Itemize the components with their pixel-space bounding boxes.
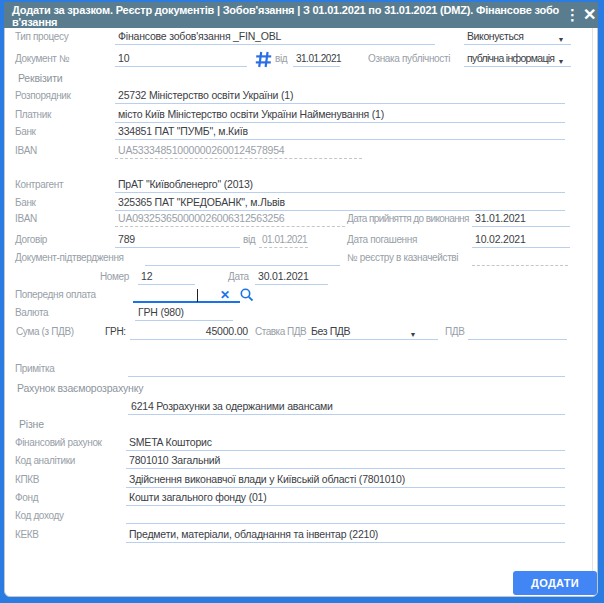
chevron-down-icon: ▼ xyxy=(557,32,564,47)
kpkv-field[interactable]: Здійснення виконавчої влади у Київській … xyxy=(126,472,565,488)
platnyk-field[interactable]: місто Київ Міністерство освіти України Н… xyxy=(115,107,565,123)
bank1-label: Банк xyxy=(15,126,36,137)
doc-from-date-field[interactable]: 31.01.2021 xyxy=(293,51,340,67)
vat-label: ПДВ xyxy=(445,326,465,337)
bank2-field[interactable]: 325365 ПАТ "КРЕДОБАНК", м.Львів xyxy=(115,195,565,211)
status-dropdown[interactable]: Виконується ▼ xyxy=(464,29,571,45)
currency-field[interactable]: ГРН (980) xyxy=(135,305,233,321)
kontragent-label: Контрагент xyxy=(15,179,63,190)
process-type-field[interactable]: Фінансове зобов'язання _FIN_OBL xyxy=(115,29,435,45)
text-cursor xyxy=(197,289,198,302)
fin-account-label: Фінансовий рахунок xyxy=(15,437,102,448)
vat-field[interactable] xyxy=(468,324,567,340)
note-field[interactable] xyxy=(128,361,565,377)
fond-label: Фонд xyxy=(15,492,38,503)
bank2-label: Банк xyxy=(15,197,36,208)
iban2-field: UA093253650000026006312563256 xyxy=(115,211,345,227)
bank1-field[interactable]: 334851 ПАТ "ПУМБ", м.Київ xyxy=(115,124,565,140)
publicity-label: Ознака публічності xyxy=(368,53,450,64)
income-code-label: Код доходу xyxy=(15,510,64,521)
chevron-down-icon: ▼ xyxy=(409,327,416,342)
income-code-field[interactable] xyxy=(126,508,565,524)
kekv-label: КЕКВ xyxy=(15,529,39,540)
repayment-date-field[interactable]: 10.02.2021 xyxy=(472,232,570,248)
section-settlement: Рахунок взаєморозрахунку xyxy=(17,382,143,394)
rozporiadnyk-field[interactable]: 25732 Міністерство освіти України (1) xyxy=(115,88,565,104)
prepayment-label: Попередня оплата xyxy=(15,289,96,300)
dohovir-label: Договір xyxy=(15,234,47,245)
chevron-down-icon: ▼ xyxy=(557,54,564,69)
document-no-label: Документ № xyxy=(15,53,69,64)
iban1-label: IBAN xyxy=(15,145,37,156)
confirm-doc-field[interactable] xyxy=(145,250,340,266)
vat-rate-label: Ставка ПДВ xyxy=(255,326,306,337)
kekv-field[interactable]: Предмети, матеріали, обладнання та інвен… xyxy=(126,527,565,543)
platnyk-label: Платник xyxy=(15,109,51,120)
scroll-track xyxy=(592,28,593,594)
publicity-value: публічна інформація xyxy=(467,52,554,64)
iban2-label: IBAN xyxy=(15,213,37,224)
settlement-field[interactable]: 6214 Розрахунки за одержаними авансами xyxy=(128,399,565,415)
clear-icon[interactable]: ✕ xyxy=(220,288,230,302)
add-button[interactable]: ДОДАТИ xyxy=(513,571,597,595)
fin-account-field[interactable]: SMETA Кошторис xyxy=(126,435,565,451)
kpkv-label: КПКВ xyxy=(15,474,39,485)
dohovir-from-date-field: 01.01.2021 xyxy=(259,232,308,248)
data2-label: Дата xyxy=(228,271,249,282)
document-no-field[interactable]: 10 xyxy=(115,51,247,67)
currency-label: Валюта xyxy=(15,307,48,318)
section-rekvizyty: Реквізити xyxy=(18,72,62,84)
analytics-code-label: Код аналітики xyxy=(15,455,75,466)
note-label: Примітка xyxy=(15,363,54,374)
search-icon[interactable] xyxy=(239,287,255,303)
acceptance-date-label: Дата прийняття до виконання xyxy=(347,213,469,224)
fond-field[interactable]: Кошти загального фонду (01) xyxy=(126,490,565,506)
iban1-field: UA533348510000002600124578954 xyxy=(115,143,362,159)
sum-field[interactable]: 45000.00 xyxy=(130,324,250,340)
sum-currency-label: ГРН: xyxy=(105,326,126,337)
vat-rate-dropdown[interactable]: Без ПДВ ▼ xyxy=(308,324,438,340)
dohovir-from-label: від xyxy=(243,234,255,245)
treasury-reg-field xyxy=(472,250,568,266)
process-type-label: Тип процесу xyxy=(15,31,68,42)
data2-field[interactable]: 30.01.2021 xyxy=(255,269,328,285)
repayment-date-label: Дата погашення xyxy=(347,234,417,245)
form: Тип процесу Фінансове зобов'язання _FIN_… xyxy=(0,0,604,603)
rozporiadnyk-label: Розпорядник xyxy=(15,90,71,101)
kontragent-field[interactable]: ПрАТ "Київобленерго" (2013) xyxy=(115,177,565,193)
status-value: Виконується xyxy=(467,30,524,42)
doc-from-label: від xyxy=(275,53,287,64)
analytics-code-field[interactable]: 7801010 Загальний xyxy=(126,453,565,469)
vat-rate-value: Без ПДВ xyxy=(311,325,350,337)
sum-label: Сума (з ПДВ) xyxy=(16,326,74,337)
publicity-dropdown[interactable]: публічна інформація▼ xyxy=(464,51,571,67)
acceptance-date-field[interactable]: 31.01.2021 xyxy=(472,211,570,227)
dohovir-field[interactable]: 789 xyxy=(115,232,240,248)
treasury-reg-label: № реєстру в казначействі xyxy=(347,252,458,263)
nomer-label: Номер xyxy=(100,271,129,282)
section-rizne: Різне xyxy=(19,418,44,430)
confirm-doc-label: Документ-підтвердження xyxy=(15,252,124,263)
number-hash-icon[interactable] xyxy=(255,51,272,68)
nomer-field[interactable]: 12 xyxy=(138,269,195,285)
